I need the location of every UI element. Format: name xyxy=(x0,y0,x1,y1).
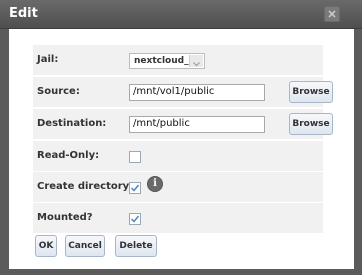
source-input[interactable]: /mnt/vol1/public xyxy=(129,84,265,101)
dialog-title: Edit xyxy=(9,6,38,21)
destination-label: Destination: xyxy=(37,118,107,129)
source-row: Source: /mnt/vol1/public Browse xyxy=(33,77,333,108)
create-directory-label: Create directory: xyxy=(37,181,134,192)
jail-label: Jail: xyxy=(37,54,59,65)
create-directory-checkbox[interactable] xyxy=(129,182,141,194)
jail-row: Jail: nextcloud_1 xyxy=(33,45,323,76)
jail-select[interactable]: nextcloud_1 xyxy=(129,53,205,69)
mounted-label: Mounted? xyxy=(37,212,93,223)
destination-browse-button[interactable]: Browse xyxy=(289,113,333,135)
close-icon[interactable] xyxy=(324,6,340,22)
create-directory-row: Create directory: i xyxy=(33,172,323,203)
dialog-titlebar[interactable]: Edit xyxy=(0,0,362,29)
mounted-checkbox[interactable] xyxy=(129,213,141,225)
jail-select-value: nextcloud_1 xyxy=(134,56,195,66)
read-only-checkbox[interactable] xyxy=(129,151,141,163)
source-browse-button[interactable]: Browse xyxy=(289,81,333,103)
source-label: Source: xyxy=(37,86,80,97)
cancel-button[interactable]: Cancel xyxy=(65,235,105,257)
read-only-label: Read-Only: xyxy=(37,150,100,161)
mounted-row: Mounted? xyxy=(33,203,323,234)
ok-button[interactable]: OK xyxy=(35,235,57,257)
edit-dialog: Edit Jail: nextcloud_1 Source: /mnt/vol1… xyxy=(0,0,362,275)
destination-input[interactable]: /mnt/public xyxy=(129,116,265,133)
delete-button[interactable]: Delete xyxy=(115,235,157,257)
info-icon[interactable]: i xyxy=(147,176,163,192)
destination-row: Destination: /mnt/public Browse xyxy=(33,109,333,140)
read-only-row: Read-Only: xyxy=(33,141,323,172)
dialog-body: Jail: nextcloud_1 Source: /mnt/vol1/publ… xyxy=(9,29,354,269)
chevron-down-icon[interactable] xyxy=(189,55,203,67)
